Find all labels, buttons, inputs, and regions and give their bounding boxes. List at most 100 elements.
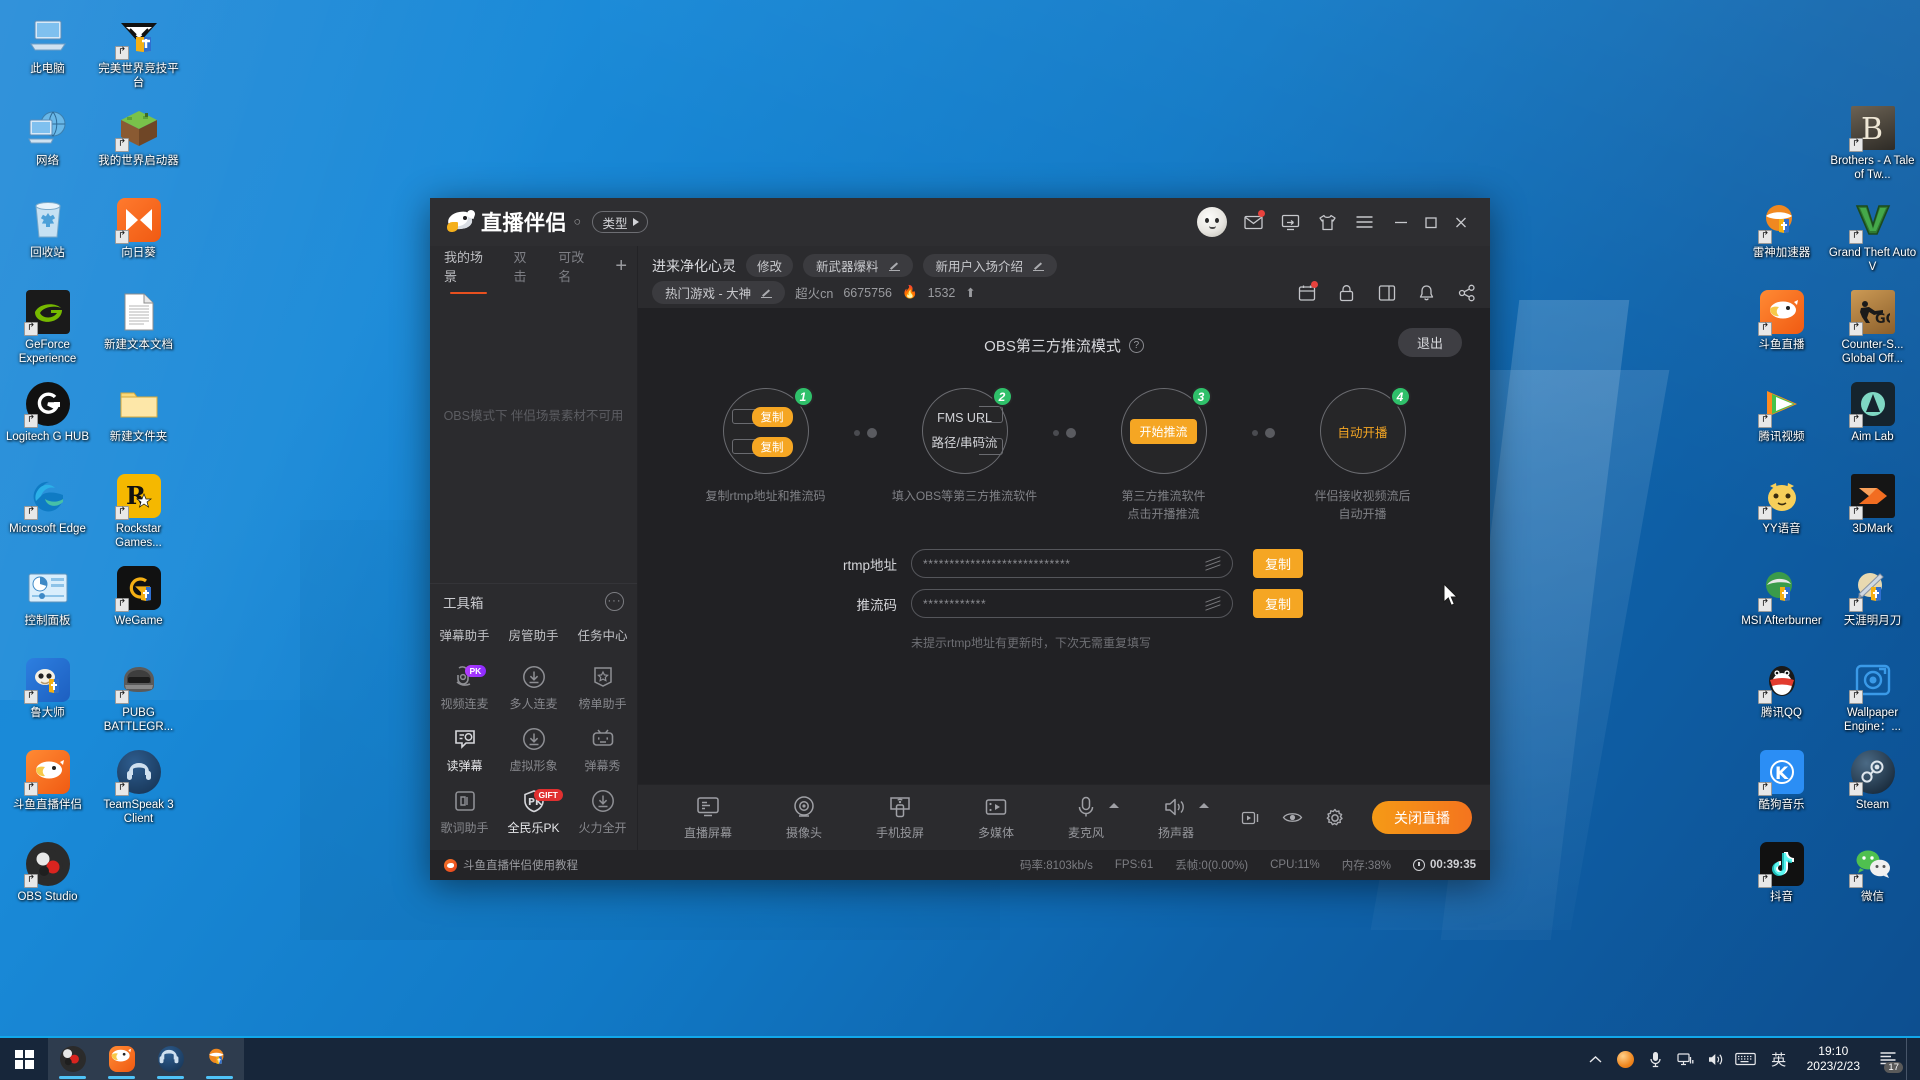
desktop-icon-logitech-ghub-icon[interactable]: Logitech G HUB: [2, 376, 93, 468]
desktop-icon-folder-icon[interactable]: 新建文件夹: [93, 376, 184, 468]
tool-video-mic-icon-0[interactable]: PK 视频连麦: [430, 656, 499, 714]
desktop-icon-tianya-mingyuedao-icon[interactable]: 天涯明月刀: [1827, 560, 1918, 652]
notification-center-button[interactable]: 17: [1870, 1038, 1906, 1080]
tutorial-link[interactable]: 斗鱼直播伴侣使用教程: [444, 857, 578, 873]
microphone-tray-icon[interactable]: [1641, 1038, 1671, 1080]
eye-off-icon[interactable]: [1205, 555, 1221, 571]
desktop-icon-geforce-experience-icon[interactable]: GeForce Experience: [2, 284, 93, 376]
taskbar-app-douyu-companion-icon[interactable]: [97, 1038, 146, 1080]
add-scene-button[interactable]: +: [615, 256, 627, 276]
toolbox-more-button[interactable]: ···: [605, 592, 624, 611]
desktop-icon-douyin-icon[interactable]: 抖音: [1736, 836, 1827, 928]
layout-icon[interactable]: [1377, 283, 1396, 302]
desktop-icon-wallpaper-engine-icon[interactable]: Wallpaper Engine：...: [1827, 652, 1918, 744]
desktop-icon-rockstar-games-icon[interactable]: R Rockstar Games...: [93, 468, 184, 560]
tool-ranking-icon-2[interactable]: 榜单助手: [568, 656, 637, 714]
shirt-icon[interactable]: [1317, 212, 1337, 232]
source-button-camera-icon[interactable]: 摄像头: [786, 794, 822, 841]
tool-download-circle-icon-8[interactable]: 火力全开: [568, 780, 637, 838]
tool-download-circle-icon-1[interactable]: 多人连麦: [499, 656, 568, 714]
tool-lyrics-icon-6[interactable]: 歌词助手: [430, 780, 499, 838]
desktop-icon-yy-voice-icon[interactable]: YY语音: [1736, 468, 1827, 560]
step-copy-button-0[interactable]: 复制: [751, 407, 793, 427]
source-button-microphone-icon[interactable]: 麦克风: [1068, 794, 1120, 841]
tool-download-circle-icon-4[interactable]: 虚拟形象: [499, 718, 568, 776]
desktop-icon-douyu-live-icon[interactable]: 斗鱼直播: [1736, 284, 1827, 376]
desktop-icon-tencent-qq-icon[interactable]: 腾讯QQ: [1736, 652, 1827, 744]
desktop-icon-control-panel-icon[interactable]: 控制面板: [2, 560, 93, 652]
desktop-icon-edge-icon[interactable]: Microsoft Edge: [2, 468, 93, 560]
desktop-icon-minecraft-launcher-icon[interactable]: 我的世界启动器: [93, 100, 184, 192]
desktop-icon-leishen-accelerator-icon[interactable]: 雷神加速器: [1736, 192, 1827, 284]
announcement-chip-2[interactable]: 新用户入场介绍: [922, 254, 1058, 277]
desktop-icon-csgo-icon[interactable]: GO Counter-S... Global Off...: [1827, 284, 1918, 376]
avatar[interactable]: [1197, 207, 1227, 237]
windows-start-icon[interactable]: [0, 1038, 48, 1080]
screen-share-icon[interactable]: [1280, 212, 1300, 232]
chevron-up-icon[interactable]: [1199, 803, 1210, 808]
taskbar-app-obs-studio-icon[interactable]: [48, 1038, 97, 1080]
scene-tab-0[interactable]: 我的场景: [444, 247, 493, 294]
question-icon[interactable]: ?: [1128, 337, 1144, 353]
desktop-icon-tencent-video-icon[interactable]: 腾讯视频: [1736, 376, 1827, 468]
scene-tab-1[interactable]: 双击: [513, 247, 538, 285]
assistant-2[interactable]: 任务中心: [568, 625, 637, 644]
desktop-icon-msi-afterburner-icon[interactable]: MSI Afterburner: [1736, 560, 1827, 652]
tool-danmaku-show-icon-5[interactable]: 弹幕秀: [568, 718, 637, 776]
desktop-icon-sunflower-remote-icon[interactable]: 向日葵: [93, 192, 184, 284]
desktop-icon-perfect-world-arena-icon[interactable]: 完美世界竞技平台: [93, 8, 184, 100]
calendar-icon[interactable]: [1297, 281, 1318, 302]
desktop-icon-3dmark-icon[interactable]: 3DMark: [1827, 468, 1918, 560]
assistant-0[interactable]: 弹幕助手: [430, 625, 499, 644]
step-start-push-button[interactable]: 开始推流: [1130, 418, 1197, 444]
mail-icon[interactable]: [1243, 210, 1265, 232]
assistant-1[interactable]: 房管助手: [499, 625, 568, 644]
desktop-icon-recycle-bin-icon[interactable]: 回收站: [2, 192, 93, 284]
source-button-media-icon[interactable]: 多媒体: [978, 794, 1014, 841]
desktop-icon-network-icon[interactable]: 网络: [2, 100, 93, 192]
credential-input-1[interactable]: ************: [910, 589, 1233, 618]
desktop-icon-wechat-icon[interactable]: 微信: [1827, 836, 1918, 928]
keyboard-tray-icon[interactable]: [1731, 1038, 1761, 1080]
source-button-phone-cast-icon[interactable]: 手机投屏: [876, 794, 924, 841]
close-live-button[interactable]: 关闭直播: [1372, 801, 1472, 834]
share-icon[interactable]: [1457, 283, 1476, 302]
tool-read-danmaku-icon-3[interactable]: 读弹幕: [430, 718, 499, 776]
desktop-icon-ludashi-icon[interactable]: 鲁大师: [2, 652, 93, 744]
ime-indicator[interactable]: 英: [1761, 1038, 1797, 1080]
desktop-icon-steam-icon[interactable]: Steam: [1827, 744, 1918, 836]
source-button-screen-icon[interactable]: 直播屏幕: [684, 794, 732, 841]
copy-button-1[interactable]: 复制: [1252, 589, 1303, 618]
preview-eye-icon[interactable]: [1282, 807, 1303, 828]
maximize-button[interactable]: [1416, 207, 1446, 237]
desktop-icon-douyu-companion-icon[interactable]: 斗鱼直播伴侣: [2, 744, 93, 836]
desktop-icon-pubg-icon[interactable]: PUBG BATTLEGR...: [93, 652, 184, 744]
desktop-icon-wegame-icon[interactable]: WeGame: [93, 560, 184, 652]
taskbar-clock[interactable]: 19:10 2023/2/23: [1797, 1038, 1870, 1080]
quit-obs-mode-button[interactable]: 退出: [1397, 328, 1462, 357]
lock-icon[interactable]: [1337, 283, 1356, 302]
chevron-up-icon[interactable]: [1581, 1038, 1611, 1080]
eye-off-icon[interactable]: [1205, 595, 1221, 611]
desktop-icon-aim-lab-icon[interactable]: Aim Lab: [1827, 376, 1918, 468]
type-selector-button[interactable]: 类型: [591, 211, 648, 233]
desktop-icon-this-pc-icon[interactable]: 此电脑: [2, 8, 93, 100]
leishen-tray-icon[interactable]: [1611, 1038, 1641, 1080]
settings-gear-icon[interactable]: [1324, 807, 1345, 828]
credential-input-0[interactable]: ****************************: [910, 549, 1233, 578]
desktop-icon-teamspeak-icon[interactable]: TeamSpeak 3 Client: [93, 744, 184, 836]
bell-icon[interactable]: [1417, 283, 1436, 302]
volume-tray-icon[interactable]: [1701, 1038, 1731, 1080]
desktop-icon-text-document-icon[interactable]: 新建文本文档: [93, 284, 184, 376]
record-icon[interactable]: [1240, 807, 1261, 828]
scene-tab-2[interactable]: 可改名: [558, 247, 595, 285]
tool-pk-shield-icon-7[interactable]: PK GIFT 全民乐PK: [499, 780, 568, 838]
desktop-icon-gta5-icon[interactable]: Grand Theft Auto V: [1827, 192, 1918, 284]
close-button[interactable]: [1446, 207, 1476, 237]
copy-button-0[interactable]: 复制: [1252, 549, 1303, 578]
menu-icon[interactable]: [1354, 212, 1374, 232]
chevron-up-icon[interactable]: [1109, 803, 1120, 808]
desktop-icon-obs-studio-icon[interactable]: OBS Studio: [2, 836, 93, 928]
show-desktop-button[interactable]: [1906, 1038, 1914, 1080]
network-tray-icon[interactable]: [1671, 1038, 1701, 1080]
